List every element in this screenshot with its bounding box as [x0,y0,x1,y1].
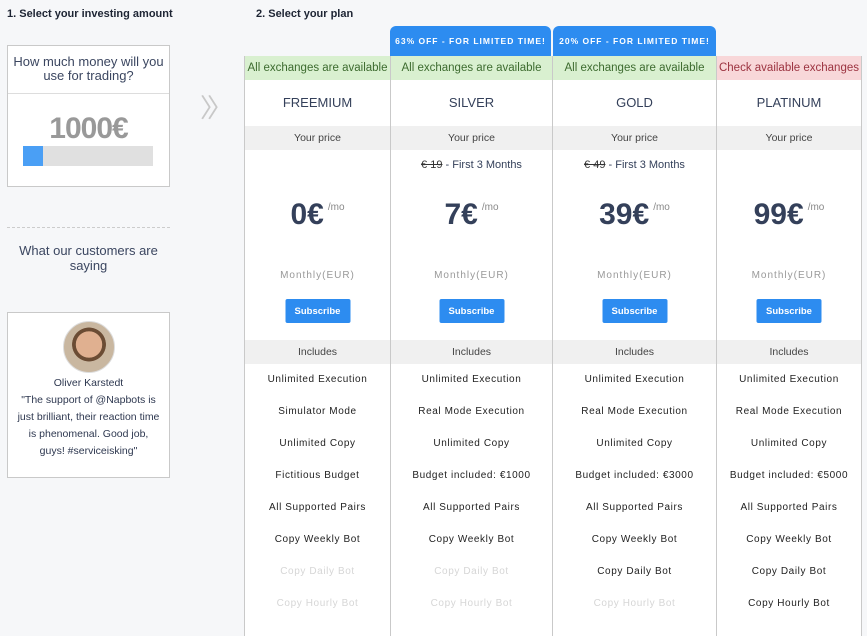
subscribe-button[interactable]: Subscribe [439,299,504,323]
feature-item: Unlimited Execution [584,374,685,385]
feature-item: Copy Hourly Bot [593,598,676,609]
your-price-label: Your price [717,126,861,150]
feature-item: Copy Daily Bot [434,566,509,577]
testimonial-author: Oliver Karstedt [53,377,124,389]
promo-period: - First 3 Months [608,159,685,171]
feature-item: All Supported Pairs [422,502,520,513]
exchanges-note[interactable]: Check available exchanges [717,56,861,80]
feature-item: Real Mode Execution [581,406,688,417]
price-value: 7€ [444,198,478,231]
amount-question: How much money will you use for trading? [8,46,169,94]
price-value: 0€ [290,198,324,231]
subscribe-button[interactable]: Subscribe [602,299,667,323]
feature-item: Copy Hourly Bot [276,598,359,609]
billing-period: Monthly(EUR) [597,270,672,281]
feature-item: Copy Hourly Bot [748,598,830,609]
testimonials-heading: What our customers are saying [19,243,158,273]
price: 99€/mo [717,198,861,232]
step2-title: 2. Select your plan [256,8,354,20]
plan-name: PLATINUM [756,95,822,110]
feature-item: Copy Daily Bot [751,566,827,577]
feature-item: Unlimited Copy [433,438,510,449]
testimonial-card: Oliver Karstedt "The support of @Napbots… [7,312,170,478]
billing-period: Monthly(EUR) [751,270,827,281]
feature-item: Copy Weekly Bot [428,534,515,545]
old-price: € 19 [421,159,443,171]
plan-column-platinum: Check available exchanges PLATINUM Your … [716,56,862,636]
feature-item: All Supported Pairs [585,502,683,513]
price-value: 39€ [599,198,650,231]
feature-item: All Supported Pairs [740,502,838,513]
testimonial-quote: "The support of @Napbots is just brillia… [17,394,160,457]
exchanges-note: All exchanges are available [245,56,390,80]
plan-name: GOLD [616,95,653,110]
plan-column-freemium: All exchanges are available FREEMIUM You… [244,56,391,636]
feature-item: Real Mode Execution [735,406,843,417]
amount-slider-fill[interactable] [23,146,43,166]
discount-badge: 20% OFF - FOR LIMITED TIME! [553,26,716,56]
price-area: 0€/mo Monthly(EUR) Subscribe [245,150,390,340]
subscribe-button[interactable]: Subscribe [756,299,822,323]
discount-badge: 63% OFF - FOR LIMITED TIME! [390,26,551,56]
feature-item: Unlimited Copy [596,438,673,449]
feature-item: Unlimited Execution [739,374,839,385]
feature-item: Unlimited Copy [279,438,356,449]
feature-item: All Supported Pairs [268,502,366,513]
avatar [62,321,115,373]
promo-text: € 49 - First 3 Months [553,159,716,171]
amount-slider[interactable] [23,146,153,166]
feature-item: Unlimited Execution [421,374,522,385]
feature-item: Fictitious Budget [275,470,360,481]
feature-item: Copy Daily Bot [597,566,672,577]
promo-text: € 19 - First 3 Months [391,159,552,171]
plan-column-silver: All exchanges are available SILVER Your … [390,56,553,636]
feature-item: Unlimited Copy [750,438,828,449]
per-month: /mo [481,202,499,213]
price-area: € 19 - First 3 Months 7€/mo Monthly(EUR) … [391,150,552,340]
feature-item: Copy Daily Bot [280,566,355,577]
exchanges-note: All exchanges are available [553,56,716,80]
price-area: 99€/mo Monthly(EUR) Subscribe [717,150,861,340]
feature-item: Unlimited Execution [267,374,368,385]
price: 39€/mo [553,198,716,232]
plan-name: SILVER [448,95,495,110]
your-price-label: Your price [391,126,552,150]
your-price-label: Your price [245,126,390,150]
feature-item: Copy Hourly Bot [430,598,513,609]
billing-period: Monthly(EUR) [434,270,509,281]
per-month: /mo [327,202,345,213]
amount-card: How much money will you use for trading?… [7,45,170,187]
double-chevron-right-icon: 〉〉 [200,93,233,123]
plan-column-gold: All exchanges are available GOLD Your pr… [552,56,717,636]
feature-item: Budget included: €5000 [729,470,849,481]
subscribe-button[interactable]: Subscribe [285,299,350,323]
feature-item: Simulator Mode [278,406,357,417]
feature-item: Copy Weekly Bot [591,534,678,545]
billing-period: Monthly(EUR) [280,270,355,281]
promo-period: - First 3 Months [445,159,522,171]
per-month: /mo [653,202,670,213]
exchanges-note: All exchanges are available [391,56,552,80]
feature-item: Budget included: €3000 [575,470,694,481]
divider [7,227,170,228]
step1-title: 1. Select your investing amount [7,8,173,20]
price: 7€/mo [391,198,552,232]
price-area: € 49 - First 3 Months 39€/mo Monthly(EUR)… [553,150,716,340]
price-value: 99€ [753,198,804,231]
per-month: /mo [807,202,825,213]
your-price-label: Your price [553,126,716,150]
feature-item: Copy Weekly Bot [746,534,832,545]
plan-name: FREEMIUM [282,95,353,110]
feature-item: Real Mode Execution [418,406,525,417]
old-price: € 49 [584,159,606,171]
price: 0€/mo [245,198,390,232]
feature-item: Budget included: €1000 [412,470,531,481]
amount-value: 1000€ [49,112,128,145]
feature-item: Copy Weekly Bot [274,534,361,545]
